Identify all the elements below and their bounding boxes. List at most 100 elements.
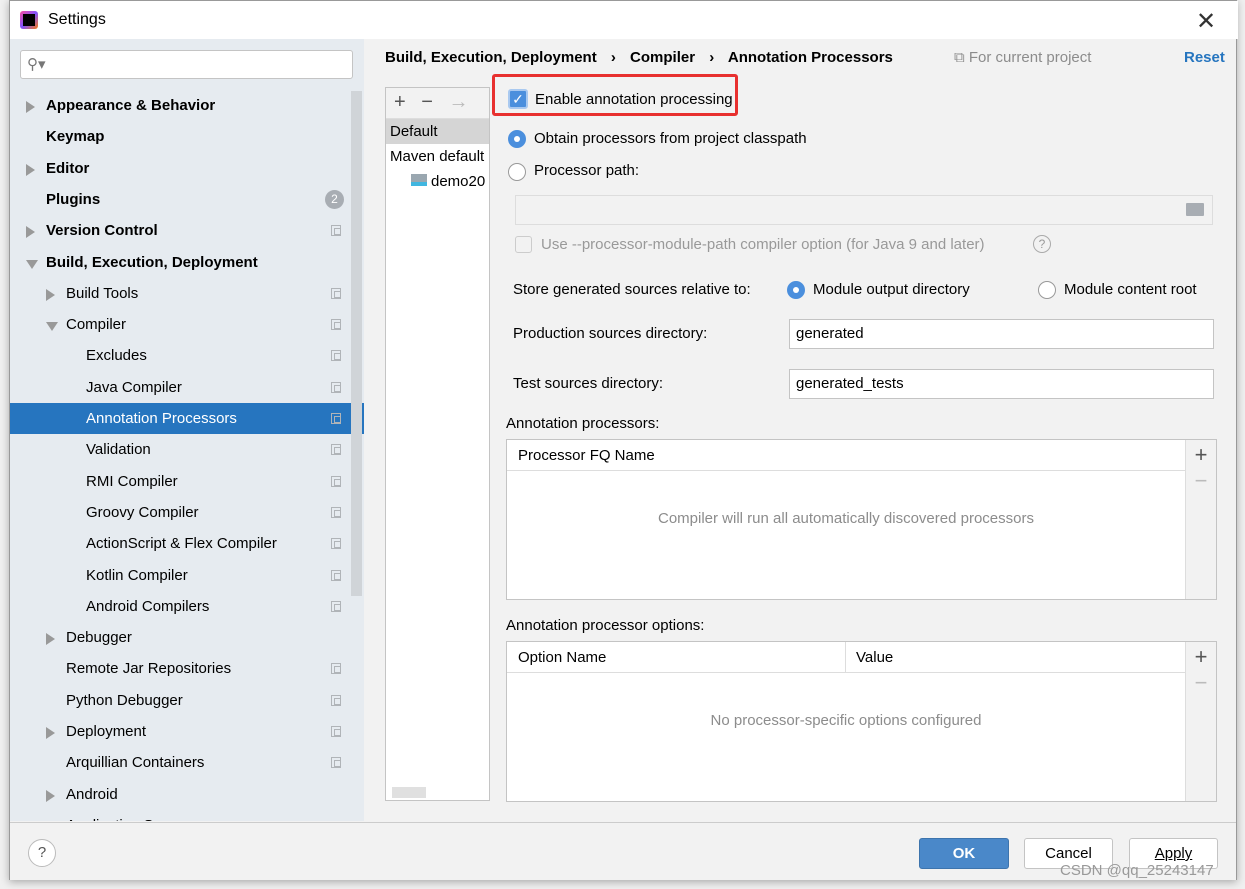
search-input[interactable]: ⚲▾ bbox=[20, 50, 353, 79]
options-table: Option Name Value No processor-specific … bbox=[506, 641, 1217, 802]
sidebar-item-label: Compiler bbox=[66, 316, 127, 334]
ok-button[interactable]: OK bbox=[919, 838, 1009, 869]
processor-path-radio[interactable] bbox=[508, 163, 526, 181]
sidebar-item[interactable]: Java Compiler bbox=[10, 372, 364, 403]
chevron-down-icon[interactable] bbox=[46, 322, 58, 332]
obtain-radio[interactable] bbox=[508, 130, 526, 148]
enable-checkbox[interactable]: ✓ bbox=[508, 89, 528, 109]
remove-profile-button[interactable]: − bbox=[421, 91, 433, 113]
sidebar-item-label: Excludes bbox=[86, 347, 147, 365]
chevron-right-icon[interactable] bbox=[26, 226, 35, 239]
sidebar-item[interactable]: Build Tools bbox=[10, 278, 364, 309]
reset-link[interactable]: Reset bbox=[1184, 49, 1225, 66]
help-button[interactable]: ? bbox=[28, 839, 56, 867]
close-icon[interactable]: ✕ bbox=[1196, 7, 1216, 36]
store-output-radio[interactable] bbox=[787, 281, 805, 299]
sidebar-item[interactable]: Keymap bbox=[10, 121, 364, 152]
project-icon: ⧉ bbox=[954, 49, 969, 66]
sidebar-item[interactable]: Kotlin Compiler bbox=[10, 560, 364, 591]
add-processor-button[interactable]: + bbox=[1186, 442, 1216, 468]
chevron-right-icon[interactable] bbox=[26, 163, 35, 176]
enable-label[interactable]: Enable annotation processing bbox=[535, 91, 733, 108]
module-folder-icon bbox=[411, 174, 427, 186]
sidebar-item[interactable]: ActionScript & Flex Compiler bbox=[10, 528, 364, 559]
sidebar-item-label: Application S bbox=[66, 810, 154, 821]
column-header[interactable]: Processor FQ Name bbox=[507, 440, 1185, 471]
sidebar-item[interactable]: Android bbox=[10, 779, 364, 810]
footer: ? OK Cancel Apply bbox=[10, 822, 1236, 880]
project-scope-icon bbox=[331, 663, 341, 675]
sidebar-item[interactable]: Editor bbox=[10, 153, 364, 184]
sidebar-item-label: Remote Jar Repositories bbox=[66, 660, 232, 678]
chevron-right-icon[interactable] bbox=[46, 789, 55, 802]
sidebar-scrollbar[interactable] bbox=[351, 91, 362, 596]
move-profile-button[interactable]: → bbox=[449, 91, 469, 113]
store-content-label[interactable]: Module content root bbox=[1064, 281, 1197, 298]
project-scope-icon bbox=[331, 538, 341, 550]
sidebar-item[interactable]: Application S bbox=[10, 810, 364, 821]
sidebar-item[interactable]: Python Debugger bbox=[10, 685, 364, 716]
add-profile-button[interactable]: + bbox=[394, 91, 406, 113]
processor-path-input[interactable] bbox=[515, 195, 1213, 225]
chevron-right-icon[interactable] bbox=[26, 101, 35, 113]
store-output-label[interactable]: Module output directory bbox=[813, 281, 970, 298]
settings-dialog: Settings ✕ ⚲▾ Appearance & Behavior Keyma… bbox=[9, 0, 1238, 880]
sidebar-item[interactable]: Version Control bbox=[10, 215, 364, 246]
remove-option-button[interactable]: − bbox=[1186, 670, 1216, 696]
scope-label: ⧉ For current project bbox=[954, 49, 1092, 66]
project-scope-icon bbox=[331, 475, 341, 487]
search-icon: ⚲▾ bbox=[27, 56, 46, 73]
sidebar-item[interactable]: Arquillian Containers bbox=[10, 747, 364, 778]
column-header[interactable]: Option Name bbox=[507, 642, 846, 673]
help-icon[interactable]: ? bbox=[1033, 235, 1051, 253]
project-scope-icon bbox=[331, 600, 341, 612]
test-input[interactable]: generated_tests bbox=[789, 369, 1214, 399]
project-scope-icon bbox=[331, 413, 341, 424]
chevron-right-icon[interactable] bbox=[46, 727, 55, 739]
title-bar: Settings ✕ bbox=[10, 1, 1238, 39]
test-label: Test sources directory: bbox=[513, 375, 664, 392]
sidebar-item-label: Keymap bbox=[46, 128, 105, 146]
profile-item[interactable]: Default bbox=[386, 119, 489, 144]
folder-icon[interactable] bbox=[1186, 203, 1204, 216]
chevron-right-icon[interactable] bbox=[46, 288, 55, 301]
sidebar-item[interactable]: Build, Execution, Deployment bbox=[10, 247, 364, 278]
sidebar-item[interactable]: Android Compilers bbox=[10, 591, 364, 622]
sidebar-item[interactable]: RMI Compiler bbox=[10, 466, 364, 497]
sidebar-item-label: ActionScript & Flex Compiler bbox=[86, 535, 277, 553]
prod-input[interactable]: generated bbox=[789, 319, 1214, 349]
sidebar-item[interactable]: Groovy Compiler bbox=[10, 497, 364, 528]
store-content-radio[interactable] bbox=[1038, 281, 1056, 299]
horizontal-scrollbar[interactable] bbox=[392, 787, 426, 798]
sidebar-item[interactable]: Deployment bbox=[10, 716, 364, 747]
add-option-button[interactable]: + bbox=[1186, 644, 1216, 670]
module-path-label[interactable]: Use --processor-module-path compiler opt… bbox=[541, 236, 985, 253]
sidebar-item[interactable]: Compiler bbox=[10, 309, 364, 340]
column-header[interactable]: Value bbox=[846, 642, 1185, 673]
sidebar-item-label: Build Tools bbox=[66, 284, 139, 302]
project-scope-icon bbox=[331, 319, 341, 331]
sidebar-item-label: Build, Execution, Deployment bbox=[46, 253, 258, 271]
breadcrumb-item[interactable]: Build, Execution, Deployment bbox=[385, 49, 597, 66]
sidebar-item[interactable]: Remote Jar Repositories bbox=[10, 653, 364, 684]
badge: 2 bbox=[325, 189, 344, 209]
sidebar-item[interactable]: Plugins 2 bbox=[10, 184, 364, 215]
obtain-label[interactable]: Obtain processors from project classpath bbox=[534, 130, 807, 147]
sidebar-item-label: Kotlin Compiler bbox=[86, 566, 188, 584]
sidebar-item[interactable]: Excludes bbox=[10, 340, 364, 371]
breadcrumb-item[interactable]: Compiler bbox=[630, 49, 695, 66]
sidebar-item[interactable]: Debugger bbox=[10, 622, 364, 653]
sidebar-item[interactable]: Appearance & Behavior bbox=[10, 90, 364, 121]
sidebar-item[interactable]: Validation bbox=[10, 434, 364, 465]
sidebar-item-label: Android Compilers bbox=[86, 597, 210, 615]
profile-module-item[interactable]: demo20 bbox=[386, 169, 489, 194]
remove-processor-button[interactable]: − bbox=[1186, 468, 1216, 494]
processor-path-label[interactable]: Processor path: bbox=[534, 162, 639, 179]
chevron-down-icon[interactable] bbox=[26, 259, 38, 269]
project-scope-icon bbox=[331, 444, 341, 456]
chevron-right-icon[interactable] bbox=[46, 633, 55, 646]
profile-item[interactable]: Maven default bbox=[386, 144, 489, 169]
sidebar-item-label: Validation bbox=[86, 441, 151, 459]
module-path-checkbox[interactable] bbox=[515, 236, 532, 253]
sidebar-item[interactable]: Annotation Processors bbox=[10, 403, 364, 434]
